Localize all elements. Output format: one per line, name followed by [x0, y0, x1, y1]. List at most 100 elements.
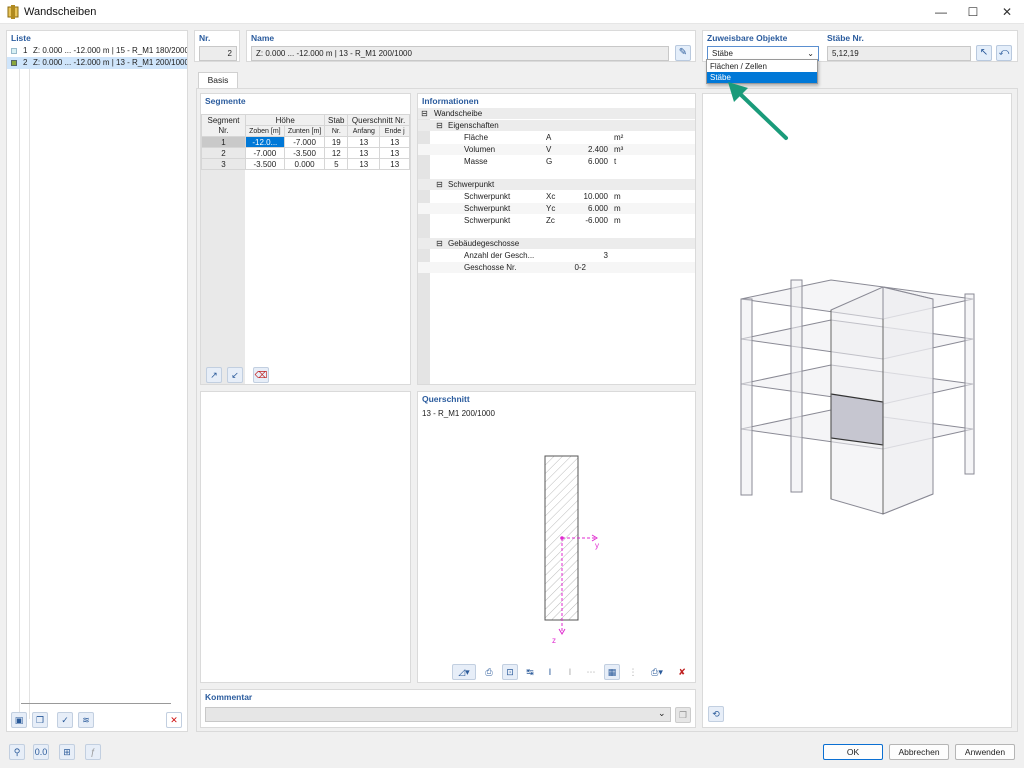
property-row: Schwerpunkt Xc 10.000 m: [464, 192, 621, 201]
wall-icon: [7, 5, 19, 19]
group-properties[interactable]: ⊟ Eigenschaften: [418, 120, 695, 131]
comment-library-icon[interactable]: ❐: [675, 707, 691, 723]
swap-icon[interactable]: ⤺: [996, 45, 1012, 61]
print-icon[interactable]: ⎙: [481, 664, 497, 680]
pick-icon[interactable]: ↖: [976, 45, 992, 61]
group-storeys[interactable]: ⊟ Gebäudegeschosse: [418, 238, 695, 249]
list-item-selected[interactable]: 2 Z: 0.000 ... -12.000 m | 13 - R_M1 200…: [7, 57, 187, 69]
maximize-button[interactable]: ☐: [958, 0, 988, 24]
bars-nr-field[interactable]: 5,12,19: [827, 46, 971, 61]
view-mode-icon[interactable]: ◿▾: [452, 664, 476, 680]
segment-nr-cell: 3: [201, 158, 246, 170]
grid-icon[interactable]: ▦: [604, 664, 620, 680]
new-item-icon[interactable]: ▣: [11, 712, 27, 728]
close-button[interactable]: ✕: [992, 0, 1022, 24]
option-surfaces-cells[interactable]: Flächen / Zellen: [707, 61, 817, 72]
horizontal-scrollbar[interactable]: [21, 703, 171, 704]
insert-row-icon[interactable]: ↗: [206, 367, 222, 383]
uncheck-all-icon[interactable]: ≋: [78, 712, 94, 728]
zoben-cell[interactable]: -12.0...: [245, 136, 285, 148]
list-item-number: 2: [23, 58, 28, 67]
table-row[interactable]: 2 -7.000 -3.500 12 13 13: [201, 147, 410, 159]
zoben-cell[interactable]: -7.000: [245, 147, 285, 159]
collapse-icon[interactable]: ⊟: [436, 238, 443, 249]
title-bar: Wandscheiben — ☐ ✕: [0, 0, 1024, 24]
zunten-cell[interactable]: -3.500: [283, 147, 326, 159]
show-axes-icon[interactable]: ↹: [522, 664, 538, 680]
append-row-icon[interactable]: ↙: [227, 367, 243, 383]
delete-row-icon[interactable]: ⌫: [253, 367, 269, 383]
check-all-icon[interactable]: ✓: [57, 712, 73, 728]
delete-icon[interactable]: ✕: [166, 712, 182, 728]
collapse-icon[interactable]: ⊟: [421, 108, 428, 119]
reset-view-icon[interactable]: ✘: [674, 664, 690, 680]
window-title: Wandscheiben: [24, 6, 97, 18]
zoben-cell[interactable]: -3.500: [245, 158, 285, 170]
3d-model-view[interactable]: [703, 94, 1011, 727]
minimize-button[interactable]: —: [926, 0, 956, 24]
col-segment-nr: Nr.: [218, 125, 229, 135]
print-options-icon[interactable]: ⎙▾: [645, 664, 669, 680]
name-field[interactable]: Z: 0.000 ... -12.000 m | 13 - R_M1 200/1…: [251, 46, 669, 61]
zunten-cell[interactable]: 0.000: [283, 158, 326, 170]
list-item[interactable]: 1 Z: 0.000 ... -12.000 m | 15 - R_M1 180…: [7, 45, 187, 57]
anfang-cell[interactable]: 13: [347, 158, 381, 170]
stab-cell[interactable]: 5: [324, 158, 349, 170]
info-tree: ⊟ Wandscheibe ⊟ Eigenschaften Fläche Am² Vo…: [418, 108, 695, 384]
table-row[interactable]: 3 -3.500 0.000 5 13 13: [201, 158, 410, 170]
segment-nr-cell: 2: [201, 147, 246, 159]
nr-label: Nr.: [199, 33, 211, 43]
stab-cell[interactable]: 12: [324, 147, 349, 159]
cancel-button[interactable]: Abbrechen: [889, 744, 949, 760]
tree-root-label: Wandscheibe: [434, 109, 483, 118]
dimensions-icon[interactable]: ⊡: [502, 664, 518, 680]
group-label: Eigenschaften: [448, 121, 499, 130]
anfang-cell[interactable]: 13: [347, 147, 381, 159]
nr-field[interactable]: 2: [199, 46, 237, 61]
ende-cell[interactable]: 13: [379, 147, 410, 159]
zunten-cell[interactable]: -7.000: [283, 136, 326, 148]
segments-panel: Segmente Segment Nr. Höhe Stab Querschnitt N…: [200, 93, 411, 385]
units-icon[interactable]: 0.0: [33, 744, 49, 760]
apply-button[interactable]: Anwenden: [955, 744, 1015, 760]
col-segment: Segment: [207, 115, 240, 125]
segment-nr-cell: 1: [201, 136, 246, 148]
tab-basis[interactable]: Basis: [198, 72, 238, 88]
comment-label: Kommentar: [205, 692, 253, 702]
ende-cell[interactable]: 13: [379, 158, 410, 170]
stab-cell[interactable]: 19: [324, 136, 349, 148]
search-icon[interactable]: ⚲: [9, 744, 25, 760]
cross-section-icon[interactable]: ⊞: [59, 744, 75, 760]
ok-button[interactable]: OK: [823, 744, 883, 760]
info-header: Informationen: [422, 96, 479, 106]
anfang-cell[interactable]: 13: [347, 136, 381, 148]
ibeam-disabled-icon: Ⅰ: [562, 664, 578, 680]
group-centroid[interactable]: ⊟ Schwerpunkt: [418, 179, 695, 190]
list-guide-line: [29, 69, 30, 719]
cross-section-header: Querschnitt: [422, 394, 470, 404]
dialog-window: Wandscheiben — ☐ ✕ Liste 1 Z: 0.000 ... …: [0, 0, 1024, 768]
nr-section: Nr. 2: [194, 30, 240, 62]
assignable-objects-label: Zuweisbare Objekte: [707, 33, 788, 43]
list-item-label: Z: 0.000 ... -12.000 m | 15 - R_M1 180/2…: [33, 46, 187, 55]
copy-item-icon[interactable]: ❐: [32, 712, 48, 728]
ibeam-icon[interactable]: Ⅰ: [542, 664, 558, 680]
info-panel: Informationen ⊟ Wandscheibe ⊟ Eigenschafte…: [417, 93, 696, 385]
formula-icon[interactable]: ƒ: [85, 744, 101, 760]
empty-panel: [200, 391, 411, 683]
tree-root[interactable]: ⊟ Wandscheibe: [418, 108, 695, 119]
assign-section: Zuweisbare Objekte Stäbe Nr. Stäbe ⌄ 5,1…: [702, 30, 1018, 62]
table-row[interactable]: 1 -12.0... -7.000 19 13 13: [201, 136, 410, 148]
list-item-label: Z: 0.000 ... -12.000 m | 13 - R_M1 200/1…: [33, 58, 187, 67]
points-icon: ⋯: [583, 664, 599, 680]
ende-cell[interactable]: 13: [379, 136, 410, 148]
collapse-icon[interactable]: ⊟: [436, 120, 443, 131]
color-swatch: [11, 60, 17, 66]
chevron-down-icon[interactable]: ⌄: [658, 708, 666, 719]
comment-field[interactable]: [205, 707, 671, 722]
edit-name-icon[interactable]: ✎: [675, 45, 691, 61]
collapse-icon[interactable]: ⊟: [436, 179, 443, 190]
property-row: Geschosse Nr. 0-2: [418, 262, 695, 273]
view-settings-icon[interactable]: ⟲: [708, 706, 724, 722]
segments-header: Segmente: [205, 96, 246, 106]
